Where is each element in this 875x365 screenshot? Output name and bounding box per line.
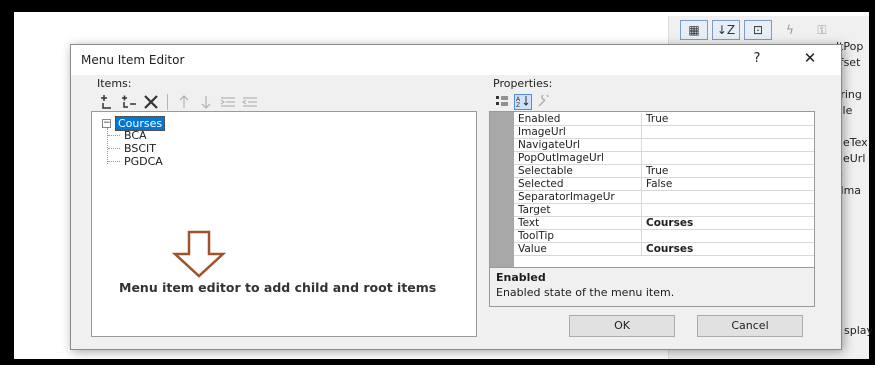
property-name: Value <box>514 243 642 255</box>
categorized-icon[interactable] <box>493 94 511 110</box>
property-value[interactable]: Courses <box>642 217 814 229</box>
property-name: Selectable <box>514 165 642 177</box>
screenshot-frame-bottom <box>0 359 875 365</box>
property-row[interactable]: Text Courses <box>514 217 814 230</box>
close-button[interactable]: ✕ <box>799 49 821 69</box>
property-value[interactable]: True <box>642 113 814 125</box>
bg-display-prop: splay <box>844 324 874 337</box>
property-name: Enabled <box>514 113 642 125</box>
property-name: Text <box>514 217 642 229</box>
property-row[interactable]: Selectable True <box>514 165 814 178</box>
property-value[interactable]: Courses <box>642 243 814 255</box>
wrench-icon[interactable] <box>535 93 553 110</box>
ok-button[interactable]: OK <box>569 315 675 337</box>
properties-toolbar: AZ <box>493 93 553 110</box>
description-title: Enabled <box>496 271 546 284</box>
property-name: PopOutImageUrl <box>514 152 642 164</box>
property-row[interactable]: ImageUrl <box>514 126 814 139</box>
property-value[interactable]: False <box>642 178 814 190</box>
property-row[interactable]: SeparatorImageUr <box>514 191 814 204</box>
property-grid-gutter <box>490 112 514 268</box>
property-name: ImageUrl <box>514 126 642 138</box>
tree-child-item[interactable]: BCA <box>108 129 147 142</box>
items-tree[interactable]: − Courses BCA BSCIT PGDCA Menu item edit… <box>91 111 477 337</box>
collapse-icon[interactable]: − <box>102 119 111 128</box>
property-name: NavigateUrl <box>514 139 642 151</box>
move-up-icon[interactable] <box>176 95 192 109</box>
property-description: Enabled Enabled state of the menu item. <box>489 267 815 307</box>
toolbar-separator <box>167 94 168 110</box>
help-button[interactable]: ? <box>747 51 767 69</box>
property-value[interactable]: True <box>642 165 814 177</box>
property-value[interactable] <box>642 191 814 203</box>
screenshot-frame-right <box>869 0 875 365</box>
property-name: Selected <box>514 178 642 190</box>
property-row[interactable]: Selected False <box>514 178 814 191</box>
description-text: Enabled state of the menu item. <box>496 286 675 299</box>
property-value[interactable] <box>642 126 814 138</box>
property-value[interactable] <box>642 152 814 164</box>
property-row[interactable]: PopOutImageUrl <box>514 152 814 165</box>
down-arrow-icon <box>172 230 226 278</box>
tree-child-label[interactable]: PGDCA <box>124 155 163 168</box>
property-value[interactable] <box>642 139 814 151</box>
property-value[interactable] <box>642 204 814 216</box>
indent-icon[interactable] <box>220 95 236 109</box>
tree-child-label[interactable]: BCA <box>124 129 147 142</box>
items-toolbar <box>99 94 258 110</box>
properties-icon[interactable]: ⊡ <box>744 20 772 40</box>
tree-child-label[interactable]: BSCIT <box>124 142 156 155</box>
property-row[interactable]: Value Courses <box>514 243 814 256</box>
annotation-text: Menu item editor to add child and root i… <box>119 280 437 295</box>
property-name: Target <box>514 204 642 216</box>
move-down-icon[interactable] <box>198 95 214 109</box>
property-pages-icon[interactable]: ⚿ <box>808 20 836 40</box>
background-properties-toolbar: ▦ ↓Z ⊡ ϟ ⚿ <box>680 20 836 42</box>
items-label: Items: <box>97 77 132 90</box>
dialog-title: Menu Item Editor <box>81 53 185 67</box>
property-row[interactable]: NavigateUrl <box>514 139 814 152</box>
dialog-titlebar: Menu Item Editor ? ✕ <box>71 45 841 75</box>
property-name: ToolTip <box>514 230 642 242</box>
cancel-button[interactable]: Cancel <box>697 315 803 337</box>
tree-child-item[interactable]: BSCIT <box>108 142 156 155</box>
add-root-item-icon[interactable] <box>99 95 115 109</box>
tree-child-item[interactable]: PGDCA <box>108 155 163 168</box>
add-child-item-icon[interactable] <box>121 95 137 109</box>
svg-text:Z: Z <box>516 102 520 107</box>
properties-label: Properties: <box>493 77 553 90</box>
menu-item-editor-dialog: Menu Item Editor ? ✕ Items: − Courses BC… <box>70 44 842 350</box>
alphabetical-icon[interactable]: AZ <box>514 94 532 110</box>
events-icon[interactable]: ϟ <box>776 20 804 40</box>
remove-item-icon[interactable] <box>143 95 159 109</box>
property-grid[interactable]: Enabled True ImageUrl NavigateUrl PopOutImag… <box>489 111 815 269</box>
alphabetical-icon[interactable]: ↓Z <box>712 20 740 40</box>
property-name: SeparatorImageUr <box>514 191 642 203</box>
categorized-icon[interactable]: ▦ <box>680 20 708 40</box>
screenshot-frame-left <box>0 0 14 365</box>
property-row[interactable]: Target <box>514 204 814 217</box>
property-value[interactable] <box>642 230 814 242</box>
screenshot-frame-top <box>0 0 875 12</box>
outdent-icon[interactable] <box>241 95 258 109</box>
property-row[interactable]: Enabled True <box>514 113 814 126</box>
property-row[interactable]: ToolTip <box>514 230 814 243</box>
